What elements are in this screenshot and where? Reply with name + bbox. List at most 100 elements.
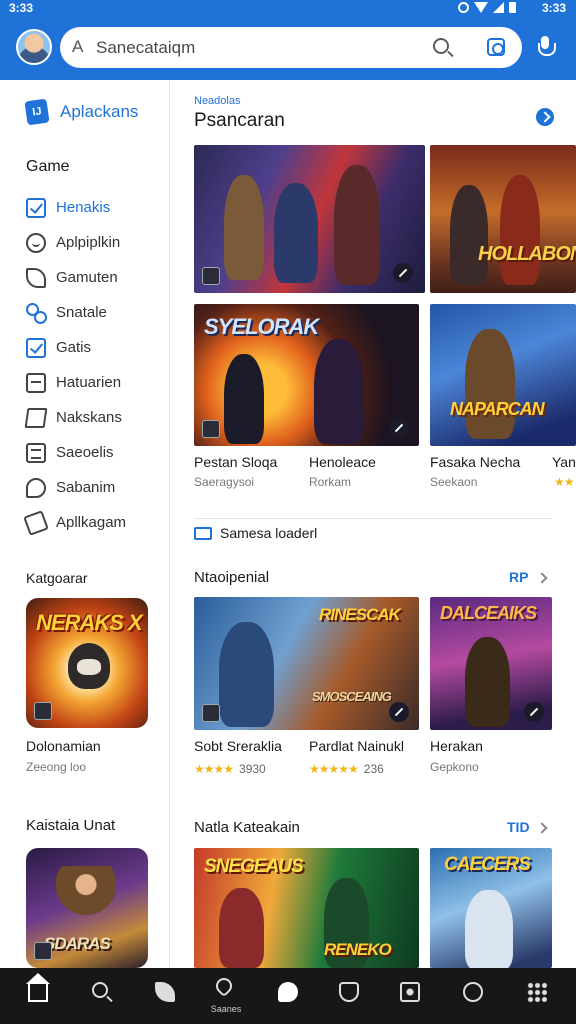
- category-heading: Katgoarar: [26, 570, 88, 586]
- nav-more[interactable]: [505, 968, 569, 1024]
- nav-media[interactable]: [378, 968, 442, 1024]
- sidebar-item-saeoelis[interactable]: Saeoelis: [26, 435, 166, 470]
- game-logo-text: NAPARCAN: [450, 399, 545, 419]
- heart-icon: [212, 974, 236, 998]
- stars-glyphs: ★★★★★: [309, 762, 359, 776]
- nav-explore[interactable]: [441, 968, 505, 1024]
- game-subtitle: Rorkam: [309, 475, 352, 489]
- main-content: Neadolas Psancaran HOLLABON SYELORAK NAP…: [170, 80, 576, 968]
- checkbox-icon: [26, 337, 46, 358]
- nav-leaf[interactable]: [133, 968, 197, 1024]
- sidebar-item-sabanim[interactable]: Sabanim: [26, 470, 166, 505]
- more-dots-icon: [527, 982, 547, 1002]
- game-tile[interactable]: CAECERS: [430, 848, 552, 968]
- game-title[interactable]: Fasaka Necha: [430, 454, 520, 470]
- game-tile[interactable]: SNEGEAUS RENEKO: [194, 848, 419, 968]
- expand-icon[interactable]: [536, 108, 554, 126]
- play-icon[interactable]: [389, 702, 409, 722]
- sidebar-item-hatuarien[interactable]: Hatuarien: [26, 365, 166, 400]
- brand[interactable]: IJ Aplackans: [24, 98, 138, 126]
- game-art: [56, 866, 116, 928]
- nav-saanes[interactable]: Saanes: [194, 968, 258, 1024]
- section-more-link[interactable]: RP: [509, 569, 528, 585]
- box-icon: [26, 372, 46, 393]
- top-app-bar: 3:33 3:33 A Sanecataiqm: [0, 0, 576, 80]
- sidebar-item-nakskans[interactable]: Nakskans: [24, 400, 166, 435]
- play-icon[interactable]: [393, 263, 413, 283]
- secondary-game-card[interactable]: SDARAS: [26, 848, 148, 968]
- character-figure: [465, 637, 510, 727]
- character-figure: [219, 622, 274, 727]
- rating-count: 3930: [239, 762, 266, 776]
- sidebar-item-label: Aplpiplkin: [56, 234, 121, 251]
- game-title[interactable]: Pardlat Nainukl: [309, 738, 404, 754]
- sidebar-item-apllkagam[interactable]: Apllkagam: [23, 505, 166, 540]
- stars-glyphs: ★★★★: [194, 762, 234, 776]
- rating-stars: ★★: [554, 475, 574, 489]
- game-tile[interactable]: NAPARCAN: [430, 304, 576, 446]
- game-tile[interactable]: DALCEAIKS: [430, 597, 552, 730]
- game-logo-text: NERAKS X: [36, 610, 143, 635]
- character-figure: [465, 890, 513, 968]
- chevron-right-icon[interactable]: [536, 572, 548, 584]
- notice-row[interactable]: Samesa loaderl: [194, 525, 317, 541]
- play-icon[interactable]: [524, 702, 544, 722]
- game-tile[interactable]: RINESCAK SMOSCEAING: [194, 597, 419, 730]
- app-badge-icon: [34, 942, 52, 960]
- wifi-icon: [474, 2, 488, 13]
- game-title[interactable]: Herakan: [430, 738, 483, 754]
- leaf-icon: [155, 982, 175, 1002]
- avatar[interactable]: [16, 29, 52, 65]
- sidebar-item-henakis[interactable]: Henakis: [26, 190, 166, 225]
- hero-banner-tile-2[interactable]: HOLLABON: [430, 145, 576, 293]
- message-icon: [194, 526, 212, 540]
- media-icon: [400, 982, 420, 1002]
- nav-chat[interactable]: [256, 968, 320, 1024]
- search-icon[interactable]: [433, 38, 449, 54]
- character-figure: [224, 175, 264, 280]
- game-logo-text: HOLLABON: [478, 243, 576, 265]
- sidebar-item-label: Gatis: [56, 339, 92, 356]
- sidebar-item-gamuten[interactable]: Gamuten: [26, 260, 166, 295]
- game-tile[interactable]: SYELORAK: [194, 304, 419, 446]
- game-logo-text: DALCEAIKS: [440, 603, 537, 623]
- featured-game-card[interactable]: NERAKS X: [26, 598, 148, 728]
- chat-bubble-icon: [278, 982, 298, 1002]
- leaf-icon: [26, 267, 46, 288]
- home-icon: [26, 973, 50, 1002]
- sidebar-section-title: Game: [26, 158, 70, 175]
- game-title[interactable]: Pestan Sloqa: [194, 454, 277, 470]
- status-time-right: 3:33: [541, 1, 566, 15]
- chevron-right-icon[interactable]: [536, 822, 548, 834]
- nav-home[interactable]: [6, 968, 70, 1024]
- search-input[interactable]: Sanecataiqm: [96, 38, 195, 58]
- game-title[interactable]: Sobt Sreraklia: [194, 738, 282, 754]
- mic-icon[interactable]: [538, 36, 556, 58]
- lens-icon[interactable]: [487, 38, 505, 56]
- game-logo-text: SDARAS: [44, 934, 111, 953]
- page-title: Psancaran: [194, 110, 285, 131]
- nav-search[interactable]: [70, 968, 134, 1024]
- sidebar-item-gatis[interactable]: Gatis: [26, 330, 166, 365]
- play-icon[interactable]: [389, 418, 409, 438]
- divider: [194, 518, 552, 519]
- alarm-icon: [458, 2, 469, 13]
- character-figure: [224, 354, 264, 444]
- section-title: Ntaoipenial: [194, 569, 270, 586]
- nav-shield[interactable]: [317, 968, 381, 1024]
- sidebar-item-label: Snatale: [56, 304, 107, 321]
- sidebar-item-label: Saeoelis: [56, 444, 114, 461]
- search-box[interactable]: A Sanecataiqm: [60, 27, 522, 68]
- game-subtitle: Saeragysoi: [194, 475, 255, 489]
- app-badge-icon: [202, 420, 220, 438]
- rating-stars: ★★★★★ 236: [309, 762, 384, 776]
- checkbox-icon: [26, 197, 46, 218]
- section-more-link[interactable]: TID: [507, 819, 530, 835]
- sidebar-item-label: Henakis: [56, 199, 111, 216]
- hero-banner-tile[interactable]: [194, 145, 425, 293]
- game-subtitle: Seekaon: [430, 475, 478, 489]
- game-title[interactable]: Henoleace: [309, 454, 376, 470]
- sidebar-item-snatale[interactable]: Snatale: [26, 295, 166, 330]
- game-title[interactable]: Yan: [552, 454, 576, 470]
- sidebar-item-aplpiplkin[interactable]: Aplpiplkin: [26, 225, 166, 260]
